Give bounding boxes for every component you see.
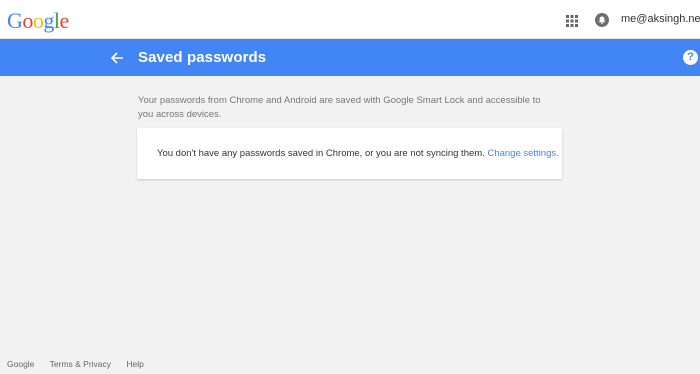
page-title: Saved passwords (138, 49, 267, 66)
logo-letter-g: G (7, 8, 23, 33)
account-menu-button[interactable]: me@aksingh.net▾ (621, 13, 700, 25)
top-bar: Google me@aksingh.net▾ (0, 0, 700, 39)
logo-letter-g2: g (43, 8, 54, 33)
logo-letter-e: e (59, 8, 70, 33)
notifications-bell-icon[interactable] (595, 13, 609, 27)
card-message-line: You don't have any passwords saved in Ch… (157, 148, 559, 159)
logo-letter-o1: o (22, 8, 33, 33)
footer: Google Terms & Privacy Help (7, 359, 157, 369)
google-logo[interactable]: Google (7, 8, 69, 34)
change-settings-link[interactable]: Change settings. (487, 148, 558, 159)
footer-link-google[interactable]: Google (7, 359, 34, 369)
intro-text: Your passwords from Chrome and Android a… (138, 95, 541, 120)
logo-letter-o2: o (32, 8, 44, 33)
empty-passwords-card: You don't have any passwords saved in Ch… (137, 128, 562, 179)
help-icon[interactable]: ? (683, 50, 698, 65)
arrow-back-icon[interactable] (110, 51, 124, 65)
footer-link-terms-privacy[interactable]: Terms & Privacy (50, 359, 111, 369)
account-email: me@aksingh.net (621, 13, 700, 25)
footer-link-help[interactable]: Help (126, 359, 143, 369)
page-header: Saved passwords ? (0, 39, 700, 76)
card-message: You don't have any passwords saved in Ch… (157, 148, 485, 159)
apps-grid-icon[interactable] (566, 14, 578, 27)
